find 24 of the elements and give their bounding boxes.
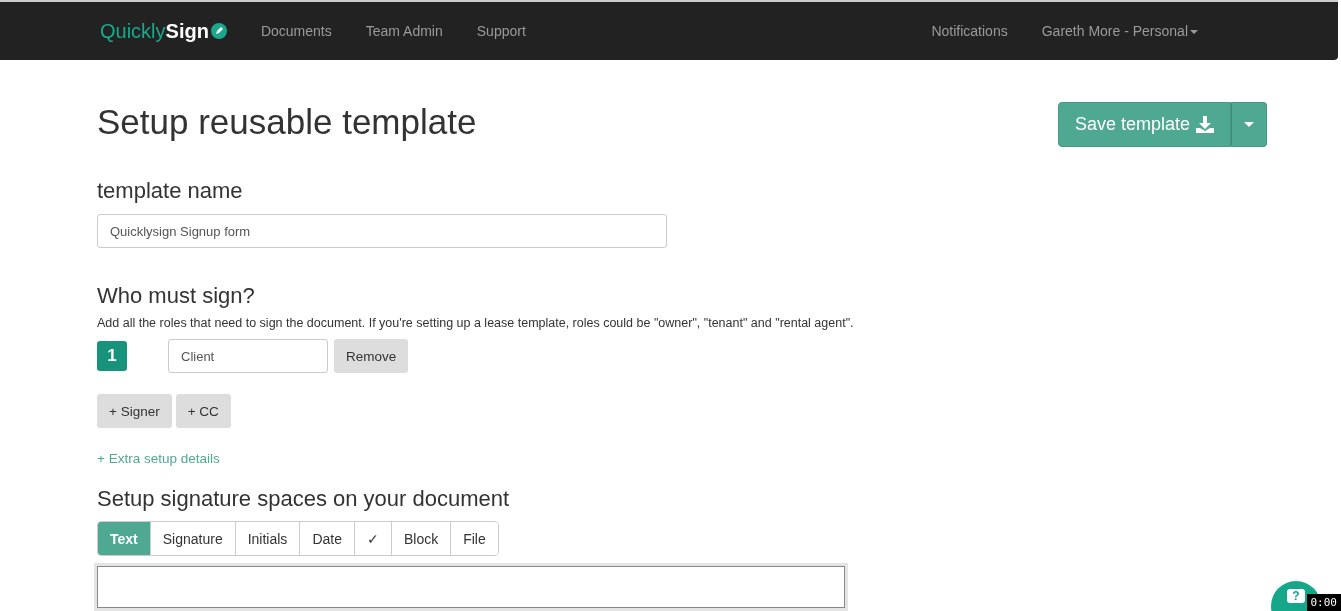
nav-link[interactable]: Support — [464, 23, 538, 39]
remove-button[interactable]: Remove — [334, 339, 409, 373]
section-heading: Setup signature spaces on your document — [97, 485, 511, 513]
timer-text: 0:00 — [1306, 594, 1341, 611]
nav-link[interactable]: Documents — [248, 23, 344, 39]
nav-link[interactable]: Notifications — [919, 23, 1020, 39]
description-text: Add all the roles that need to sign the document. If you're setting up a lease template, roles could be "owner", "tenant" and "rental agent". — [97, 316, 855, 330]
pen-icon — [210, 23, 227, 39]
dropdown-toggle[interactable] — [1231, 102, 1267, 147]
account-menu[interactable]: Gareth More - Personal — [1029, 23, 1210, 39]
section-heading: Who must sign? — [97, 282, 256, 310]
section-heading: template name — [97, 177, 244, 205]
caret-icon — [1190, 30, 1198, 35]
logo-text[interactable]: Quickly — [100, 19, 166, 43]
template-name-field[interactable]: Quicklysign Signup form — [97, 214, 667, 248]
signer-number: 1 — [97, 341, 127, 371]
add-button[interactable]: + Signer — [97, 394, 172, 428]
download-icon — [1196, 116, 1214, 133]
role-field[interactable]: Client — [168, 339, 328, 373]
add-button[interactable]: + CC — [175, 394, 231, 428]
page-title: Setup reusable template — [97, 102, 477, 142]
logo-text[interactable]: Sign — [165, 19, 209, 43]
nav-link[interactable]: Team Admin — [353, 23, 455, 39]
caret-icon — [1244, 122, 1254, 127]
